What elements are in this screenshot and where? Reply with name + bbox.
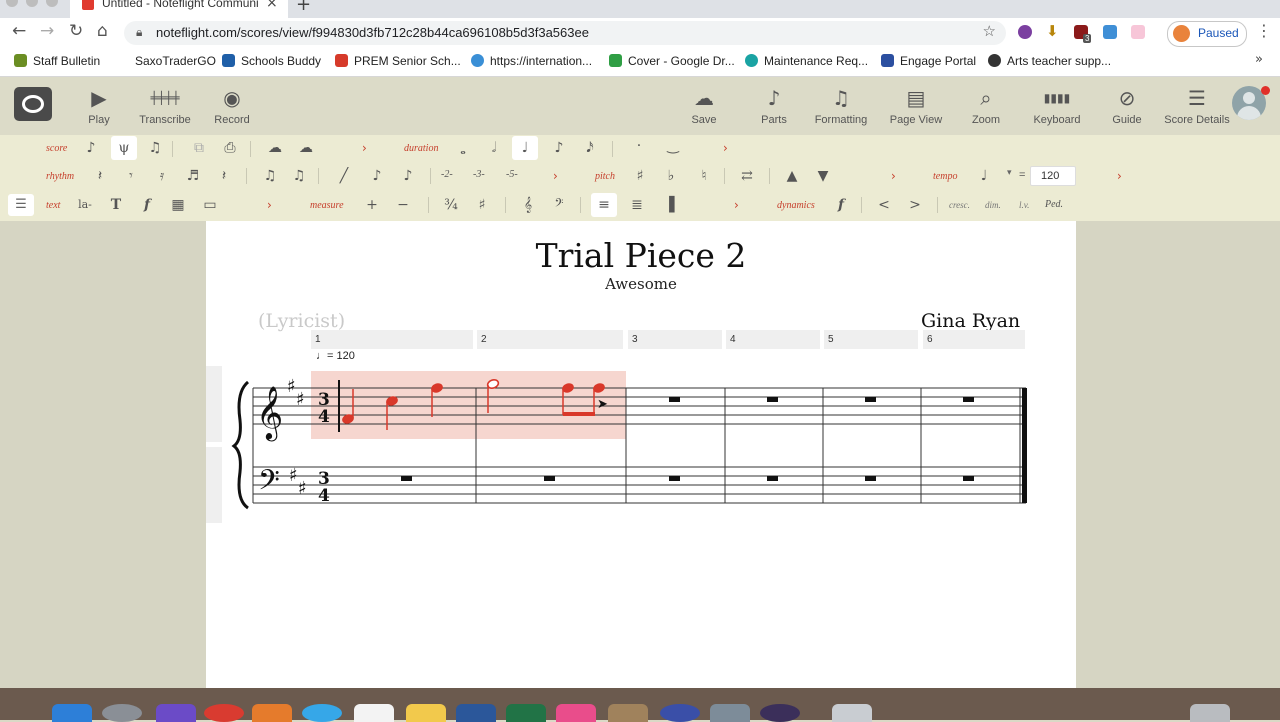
rest[interactable] <box>865 397 876 402</box>
calendar-dock-icon[interactable] <box>354 704 394 722</box>
trash-dock-icon[interactable] <box>1190 704 1230 722</box>
final-barline <box>1022 388 1027 503</box>
score-notation[interactable]: 𝄞 𝄢 ♯ ♯ ♯ ♯ 3 4 3 4 <box>0 0 1280 720</box>
rest[interactable] <box>401 476 412 481</box>
rest[interactable] <box>669 397 680 402</box>
bass-staff <box>253 466 1026 504</box>
launchpad-dock-icon[interactable] <box>102 704 142 722</box>
treble-staff <box>253 387 1026 425</box>
word-dock-icon[interactable] <box>456 704 496 722</box>
rest[interactable] <box>767 476 778 481</box>
app-dock-icon[interactable] <box>710 704 750 722</box>
music-dock-icon[interactable] <box>556 704 596 722</box>
key-sharp-c: ♯ <box>296 389 305 410</box>
rest[interactable] <box>963 397 974 402</box>
documents-dock-icon[interactable] <box>832 704 872 722</box>
selected-notes[interactable] <box>341 378 605 430</box>
grand-staff-brace <box>231 380 250 510</box>
whole-rests[interactable] <box>401 397 974 481</box>
time-sig-bottom: 4 <box>318 407 330 427</box>
bass-clef: 𝄢 <box>258 464 280 504</box>
notes-dock-icon[interactable] <box>406 704 446 722</box>
rest[interactable] <box>544 476 555 481</box>
chrome-dock-icon[interactable] <box>204 704 244 722</box>
app-dock-icon[interactable] <box>608 704 648 722</box>
rest[interactable] <box>865 476 876 481</box>
app-dock-icon[interactable] <box>660 704 700 722</box>
key-sharp-c-bass: ♯ <box>298 478 307 499</box>
excel-dock-icon[interactable] <box>506 704 546 722</box>
finder-dock-icon[interactable] <box>52 704 92 722</box>
rest[interactable] <box>963 476 974 481</box>
rest[interactable] <box>767 397 778 402</box>
beam <box>563 412 595 416</box>
safari-dock-icon[interactable] <box>302 704 342 722</box>
rest[interactable] <box>669 476 680 481</box>
treble-clef: 𝄞 <box>256 385 283 441</box>
time-sig-bottom-bass: 4 <box>318 486 330 506</box>
key-sharp-f: ♯ <box>287 376 296 397</box>
barlines <box>252 388 1021 503</box>
firefox-dock-icon[interactable] <box>252 704 292 722</box>
app-dock-icon[interactable] <box>760 704 800 722</box>
app-dock-icon[interactable] <box>156 704 196 722</box>
key-sharp-f-bass: ♯ <box>289 465 298 486</box>
mouse-cursor-icon: ➤ <box>597 397 608 412</box>
